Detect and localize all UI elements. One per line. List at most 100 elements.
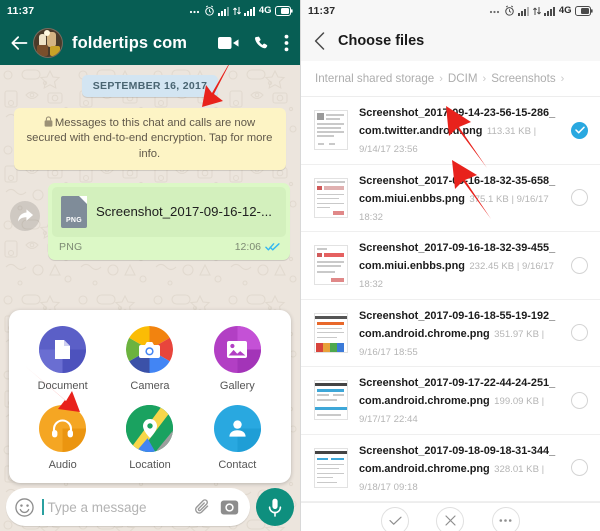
- avatar[interactable]: [33, 28, 63, 58]
- camera-shutter-icon[interactable]: [220, 499, 239, 516]
- file-checkbox[interactable]: [571, 324, 588, 342]
- table-row[interactable]: Screenshot_2017-09-18-09-18-31-344_ com.…: [301, 435, 600, 502]
- breadcrumb: Internal shared storage › DCIM › Screens…: [301, 61, 600, 97]
- microphone-icon[interactable]: [256, 488, 294, 526]
- breadcrumb-item-0[interactable]: Internal shared storage: [315, 72, 434, 85]
- attachment-label: Document: [37, 380, 88, 392]
- status-icons-group: 4G: [189, 5, 293, 16]
- battery-icon: [575, 5, 593, 16]
- check-icon[interactable]: [381, 506, 410, 531]
- file-date: 9/17/17 22:44: [359, 414, 418, 426]
- file-checkbox[interactable]: [571, 256, 588, 274]
- file-info: Screenshot_2017-09-16-18-32-35-658_ com.…: [359, 171, 560, 225]
- search-input[interactable]: Type a message: [48, 500, 186, 515]
- meta-separator: |: [516, 261, 520, 273]
- signal2-icon: [544, 6, 556, 16]
- file-checkbox[interactable]: [571, 189, 588, 207]
- network-type-label: 4G: [258, 5, 272, 16]
- message-input-pill[interactable]: Type a message: [6, 488, 250, 526]
- page-title[interactable]: foldertips com: [72, 34, 187, 53]
- table-row[interactable]: Screenshot_2017-09-16-18-32-35-658_ com.…: [301, 165, 600, 232]
- back-arrow-icon[interactable]: [9, 33, 29, 53]
- file-checkbox[interactable]: [571, 459, 588, 477]
- headphones-icon[interactable]: [39, 405, 87, 452]
- status-bar-right: 11:37 4G: [301, 0, 600, 21]
- attachment-option-camera[interactable]: Camera: [106, 326, 193, 392]
- whatsapp-panel: 11:37 4G foldertips com SEPTEMBER 16, 20…: [0, 0, 300, 531]
- png-file-icon: PNG: [61, 195, 87, 228]
- dots-icon: [190, 10, 200, 14]
- message-row: PNG Screenshot_2017-09-16-12-... PNG 12:…: [0, 182, 300, 260]
- file-name-line1: Screenshot_2017-09-18-09-18-31-344_: [359, 444, 556, 457]
- camera-icon[interactable]: [126, 326, 174, 373]
- attachment-option-audio[interactable]: Audio: [19, 405, 106, 471]
- table-row[interactable]: Screenshot_2017-09-17-22-44-24-251_ com.…: [301, 367, 600, 435]
- whatsapp-header: foldertips com: [0, 21, 300, 65]
- table-row[interactable]: Screenshot_2017-09-16-18-32-39-455_ com.…: [301, 232, 600, 300]
- document-icon[interactable]: [39, 326, 87, 373]
- person-icon[interactable]: [213, 405, 261, 452]
- chat-message-area: SEPTEMBER 16, 2017 Messages to this chat…: [0, 65, 300, 531]
- file-info: Screenshot_2017-09-17-22-44-24-251_ com.…: [359, 373, 560, 427]
- signal-icon: [518, 6, 530, 16]
- document-message-bubble[interactable]: PNG Screenshot_2017-09-16-12-... PNG 12:…: [48, 182, 290, 260]
- attachment-option-document[interactable]: Document: [19, 326, 106, 392]
- file-date: 9/18/17 09:18: [359, 481, 418, 493]
- text-caret: [42, 499, 44, 515]
- ok-button[interactable]: OK: [381, 506, 410, 531]
- attachment-option-gallery[interactable]: Gallery: [194, 326, 281, 392]
- alarm-icon: [205, 5, 214, 16]
- file-info: Screenshot_2017-09-16-18-32-39-455_ com.…: [359, 238, 560, 292]
- location-pin-icon[interactable]: [126, 405, 174, 452]
- table-row[interactable]: Screenshot_2017-09-16-18-55-19-192_ com.…: [301, 300, 600, 367]
- battery-icon: [275, 5, 293, 16]
- emoji-smiley-icon[interactable]: [15, 497, 34, 517]
- attachment-label: Contact: [218, 459, 257, 471]
- table-row[interactable]: Screenshot_2017-09-14-23-56-15-286_ com.…: [301, 97, 600, 165]
- status-time: 11:37: [308, 4, 336, 17]
- document-file-name: Screenshot_2017-09-16-12-...: [96, 204, 272, 220]
- file-thumbnail: [314, 447, 348, 488]
- phone-call-icon[interactable]: [253, 35, 270, 52]
- encryption-notice[interactable]: Messages to this chat and calls are now …: [14, 108, 286, 170]
- paperclip-icon[interactable]: [193, 498, 212, 517]
- cancel-button[interactable]: Cancel: [436, 506, 465, 531]
- file-thumbnail: [314, 380, 348, 421]
- attachment-option-location[interactable]: Location: [106, 405, 193, 471]
- meta-separator: |: [541, 396, 545, 408]
- file-checkbox[interactable]: [571, 391, 588, 409]
- file-thumbnail: [314, 177, 348, 218]
- back-chevron-icon[interactable]: [314, 32, 325, 50]
- video-call-icon[interactable]: [218, 36, 239, 50]
- file-name-line1: Screenshot_2017-09-16-18-32-39-455_: [359, 242, 556, 255]
- file-size: 199.09 KB: [494, 396, 539, 408]
- more-dots-icon[interactable]: [491, 506, 520, 531]
- gallery-icon[interactable]: [213, 326, 261, 373]
- file-thumbnail: [314, 312, 348, 353]
- file-checkbox-selected[interactable]: [571, 121, 588, 139]
- forward-icon[interactable]: [10, 200, 40, 231]
- dual-screenshot-composite: 11:37 4G foldertips com SEPTEMBER 16, 20…: [0, 0, 600, 531]
- file-info: Screenshot_2017-09-18-09-18-31-344_ com.…: [359, 441, 560, 495]
- message-time: 12:06: [234, 240, 261, 253]
- meta-separator: |: [511, 193, 515, 205]
- overflow-menu-icon[interactable]: [284, 34, 289, 52]
- file-name-line1: Screenshot_2017-09-16-18-55-19-192_: [359, 309, 556, 322]
- breadcrumb-item-2[interactable]: Screenshots: [491, 72, 555, 85]
- attachment-label: Location: [129, 459, 171, 471]
- file-info: Screenshot_2017-09-16-18-55-19-192_ com.…: [359, 306, 560, 360]
- chevron-right-icon: ›: [482, 72, 487, 85]
- close-x-icon[interactable]: [436, 506, 465, 531]
- breadcrumb-item-1[interactable]: DCIM: [448, 72, 478, 85]
- file-picker-header: Choose files: [301, 21, 600, 61]
- document-card[interactable]: PNG Screenshot_2017-09-16-12-...: [52, 186, 286, 237]
- file-size: 328.01 KB: [494, 463, 539, 475]
- page-title: Choose files: [338, 33, 425, 49]
- file-list[interactable]: Screenshot_2017-09-14-23-56-15-286_ com.…: [301, 97, 600, 502]
- more-button[interactable]: More: [491, 506, 520, 531]
- meta-separator: |: [541, 328, 545, 340]
- attachment-option-contact[interactable]: Contact: [194, 405, 281, 471]
- file-thumbnail: [314, 110, 348, 151]
- file-name-line1: Screenshot_2017-09-17-22-44-24-251_: [359, 377, 556, 390]
- status-bar-left: 11:37 4G: [0, 0, 300, 21]
